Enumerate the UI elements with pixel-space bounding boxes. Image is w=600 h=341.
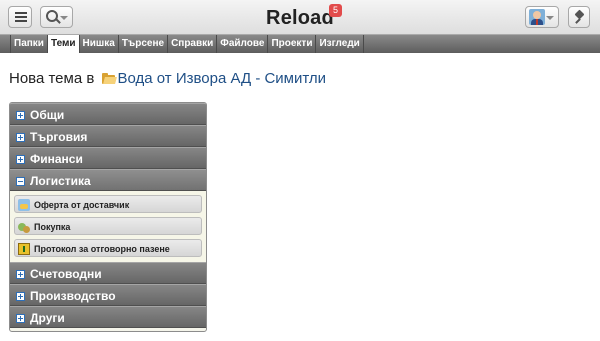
list-item-supplier-offer[interactable]: Оферта от доставчик xyxy=(14,195,202,213)
accordion-header-label: Общи xyxy=(30,108,65,122)
accordion-header-accounting[interactable]: Счетоводни xyxy=(10,262,206,284)
offer-icon xyxy=(18,199,30,211)
accordion-header-label: Други xyxy=(30,311,65,325)
chevron-down-icon xyxy=(546,16,554,20)
expand-plus-icon xyxy=(16,111,25,120)
collapse-minus-icon xyxy=(16,177,25,186)
expand-plus-icon xyxy=(16,270,25,279)
accordion-header-label: Финанси xyxy=(30,152,83,166)
accordion-header-trade[interactable]: Търговия xyxy=(10,125,206,147)
accordion-header-label: Счетоводни xyxy=(30,267,102,281)
accordion-body-logistics: Оферта от доставчик Покупка Протокол за … xyxy=(10,191,206,262)
purchase-icon xyxy=(18,221,30,233)
pin-button[interactable] xyxy=(568,6,590,28)
app-title[interactable]: Reload xyxy=(0,7,600,30)
accordion-header-production[interactable]: Производство xyxy=(10,284,206,306)
user-avatar-icon xyxy=(529,9,545,25)
main-tabs: Папки Теми Нишка Търсене Справки Файлове… xyxy=(0,34,600,53)
folder-open-icon xyxy=(101,73,117,84)
expand-plus-icon xyxy=(16,133,25,142)
accordion-header-label: Производство xyxy=(30,289,116,303)
accordion-header-label: Логистика xyxy=(30,174,91,188)
tab-thread[interactable]: Нишка xyxy=(80,35,119,53)
page-title-prefix: Нова тема в xyxy=(9,70,95,87)
accordion-header-finance[interactable]: Финанси xyxy=(10,147,206,169)
list-item-purchase[interactable]: Покупка xyxy=(14,217,202,235)
expand-plus-icon xyxy=(16,292,25,301)
page-title: Нова тема в Вода от Извора АД - Симитли xyxy=(9,70,326,87)
topic-type-accordion: Общи Търговия Финанси Логистика Оферта о… xyxy=(9,102,207,332)
notification-badge[interactable]: 5 xyxy=(329,4,342,17)
tab-projects[interactable]: Проекти xyxy=(268,35,317,53)
tab-files[interactable]: Файлове xyxy=(217,35,269,53)
protocol-icon xyxy=(18,243,30,255)
tab-views[interactable]: Изгледи xyxy=(316,35,364,53)
tab-search[interactable]: Търсене xyxy=(119,35,169,53)
list-item-custody-protocol[interactable]: Протокол за отговорно пазене xyxy=(14,239,202,257)
tab-folders[interactable]: Папки xyxy=(10,35,48,53)
accordion-header-label: Търговия xyxy=(30,130,88,144)
accordion-header-other[interactable]: Други xyxy=(10,306,206,328)
accordion-header-general[interactable]: Общи xyxy=(10,103,206,125)
list-item-label: Протокол за отговорно пазене xyxy=(34,244,170,254)
top-header: Reload 5 xyxy=(0,0,600,34)
tab-reports[interactable]: Справки xyxy=(168,35,218,53)
accordion-header-logistics[interactable]: Логистика xyxy=(10,169,206,191)
list-item-label: Покупка xyxy=(34,222,71,232)
expand-plus-icon xyxy=(16,155,25,164)
tab-topics[interactable]: Теми xyxy=(47,35,80,53)
list-item-label: Оферта от доставчик xyxy=(34,200,130,210)
expand-plus-icon xyxy=(16,314,25,323)
user-menu-button[interactable] xyxy=(525,6,559,28)
folder-link[interactable]: Вода от Извора АД - Симитли xyxy=(118,70,327,87)
